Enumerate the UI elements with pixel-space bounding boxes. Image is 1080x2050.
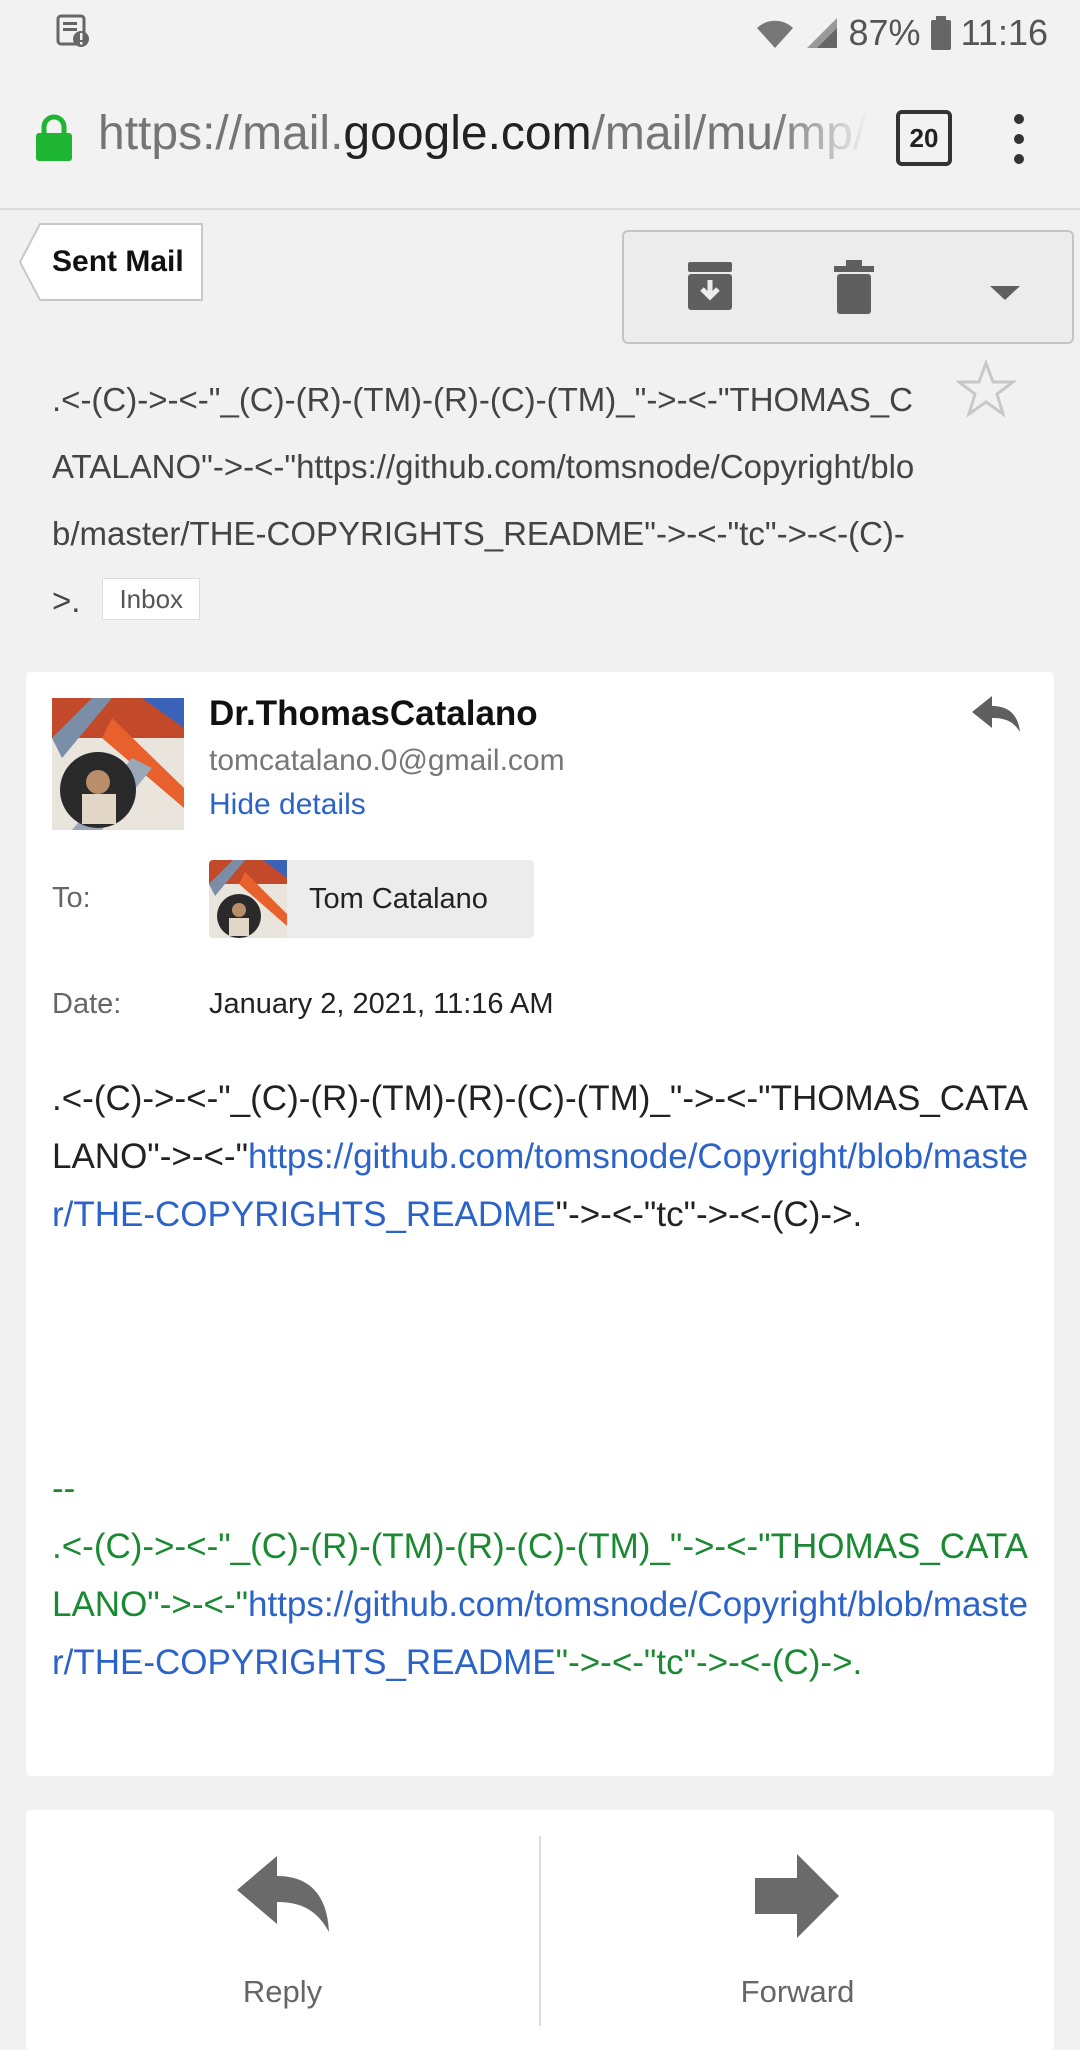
wifi-icon [756,20,793,48]
lock-icon [36,114,72,161]
message-card: Dr.ThomasCatalano tomcatalano.0@gmail.co… [26,672,1054,1776]
signal-icon [806,18,837,48]
inbox-label-badge[interactable]: Inbox [102,578,201,621]
recipient-chip[interactable]: Tom Catalano [209,860,534,938]
clock: 11:16 [960,12,1048,53]
forward-label: Forward [740,1974,855,2009]
to-label: To: [52,882,91,914]
tab-switcher-button[interactable]: 20 [896,110,952,166]
archive-icon[interactable] [684,260,736,312]
reply-label: Reply [242,1974,323,2009]
reply-icon[interactable] [970,694,1022,734]
avatar[interactable] [52,698,184,830]
forward-button[interactable]: Forward [541,1810,1054,2034]
signature-dashes: -- [52,1469,76,1508]
reply-icon [236,1856,329,1932]
back-button-label: Sent Mail [52,245,184,278]
signature-text-end: "->-<-"tc"->-<-(C)->. [555,1643,863,1682]
message-actions-toolbar [622,230,1074,344]
sender-name: Dr.ThomasCatalano [209,694,538,733]
recipient-name: Tom Catalano [309,883,488,915]
battery-percentage: 87% [848,12,921,53]
message-subject: .<-(C)->-<-"_(C)-(R)-(TM)-(R)-(C)-(TM)_"… [52,366,932,634]
battery-icon [930,16,951,50]
star-icon[interactable] [956,360,1016,418]
forward-icon [754,1854,839,1938]
browser-url-bar: https://mail.google.com/mail/mu/mp/ 20 [0,66,1080,210]
body-text-end: "->-<-"tc"->-<-(C)->. [555,1195,863,1234]
url-host: google.com [343,107,592,160]
signature: -- .<-(C)->-<-"_(C)-(R)-(TM)-(R)-(C)-(TM… [52,1460,1032,1692]
trash-icon[interactable] [832,260,876,314]
dropdown-icon[interactable] [990,286,1020,302]
url-field[interactable]: https://mail.google.com/mail/mu/mp/ [98,106,868,166]
reply-button[interactable]: Reply [26,1810,539,2034]
sender-email: tomcatalano.0@gmail.com [209,744,565,777]
back-to-sent-mail-button[interactable]: Sent Mail [18,222,206,302]
url-scheme: https://mail. [98,107,344,160]
reply-forward-bar: Reply Forward [26,1810,1054,2050]
date-value: January 2, 2021, 11:16 AM [209,988,554,1020]
browser-menu-button[interactable] [1014,114,1024,164]
status-bar: 87% 11:16 [0,0,1080,66]
hide-details-link[interactable]: Hide details [209,788,366,822]
message-body: .<-(C)->-<-"_(C)-(R)-(TM)-(R)-(C)-(TM)_"… [52,1070,1032,1244]
notification-icon [56,14,89,47]
date-label: Date: [52,988,122,1020]
url-path: /mail/mu/mp/ [591,107,867,160]
recipient-avatar [209,860,287,938]
